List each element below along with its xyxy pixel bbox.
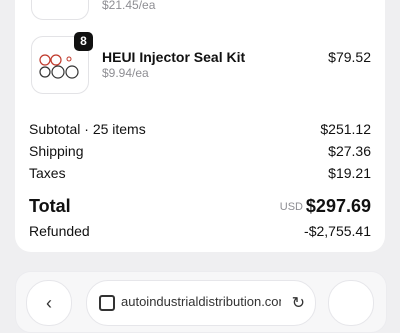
address-bar[interactable]: autoindustrialdistribution.com ↻	[86, 280, 316, 326]
taxes-label: Taxes	[29, 165, 66, 181]
total-value: $297.69	[305, 196, 371, 216]
item-price: $79.52	[328, 49, 371, 65]
item-unit-price: $9.94/ea	[102, 66, 149, 80]
currency-code: USD	[279, 201, 303, 213]
url-text[interactable]: autoindustrialdistribution.com	[121, 294, 281, 309]
tabs-icon[interactable]	[99, 295, 115, 311]
quantity-badge: 8	[74, 32, 93, 51]
subtotal-value: $251.12	[320, 121, 371, 137]
product-thumbnail-icon[interactable]	[31, 0, 89, 20]
back-icon[interactable]: ‹	[26, 280, 72, 326]
refunded-value: -$2,755.41	[304, 223, 371, 239]
shipping-label: Shipping	[29, 143, 84, 159]
subtotal-label: Subtotal · 25 items	[29, 121, 146, 137]
refunded-label: Refunded	[29, 223, 90, 239]
previous-item-unit-price: $21.45/ea	[102, 0, 156, 12]
order-summary-card: $21.45/ea 8 HEUI Injector Seal Kit $9.94…	[15, 0, 385, 252]
shipping-value: $27.36	[328, 143, 371, 159]
taxes-value: $19.21	[328, 165, 371, 181]
total-label: Total	[29, 196, 71, 216]
total-row: Total USD $297.69	[29, 196, 371, 218]
browser-toolbar: ‹ autoindustrialdistribution.com ↻	[15, 271, 387, 333]
reload-icon[interactable]: ↻	[292, 293, 305, 313]
item-name[interactable]: HEUI Injector Seal Kit	[102, 49, 245, 65]
more-button[interactable]	[328, 280, 374, 326]
